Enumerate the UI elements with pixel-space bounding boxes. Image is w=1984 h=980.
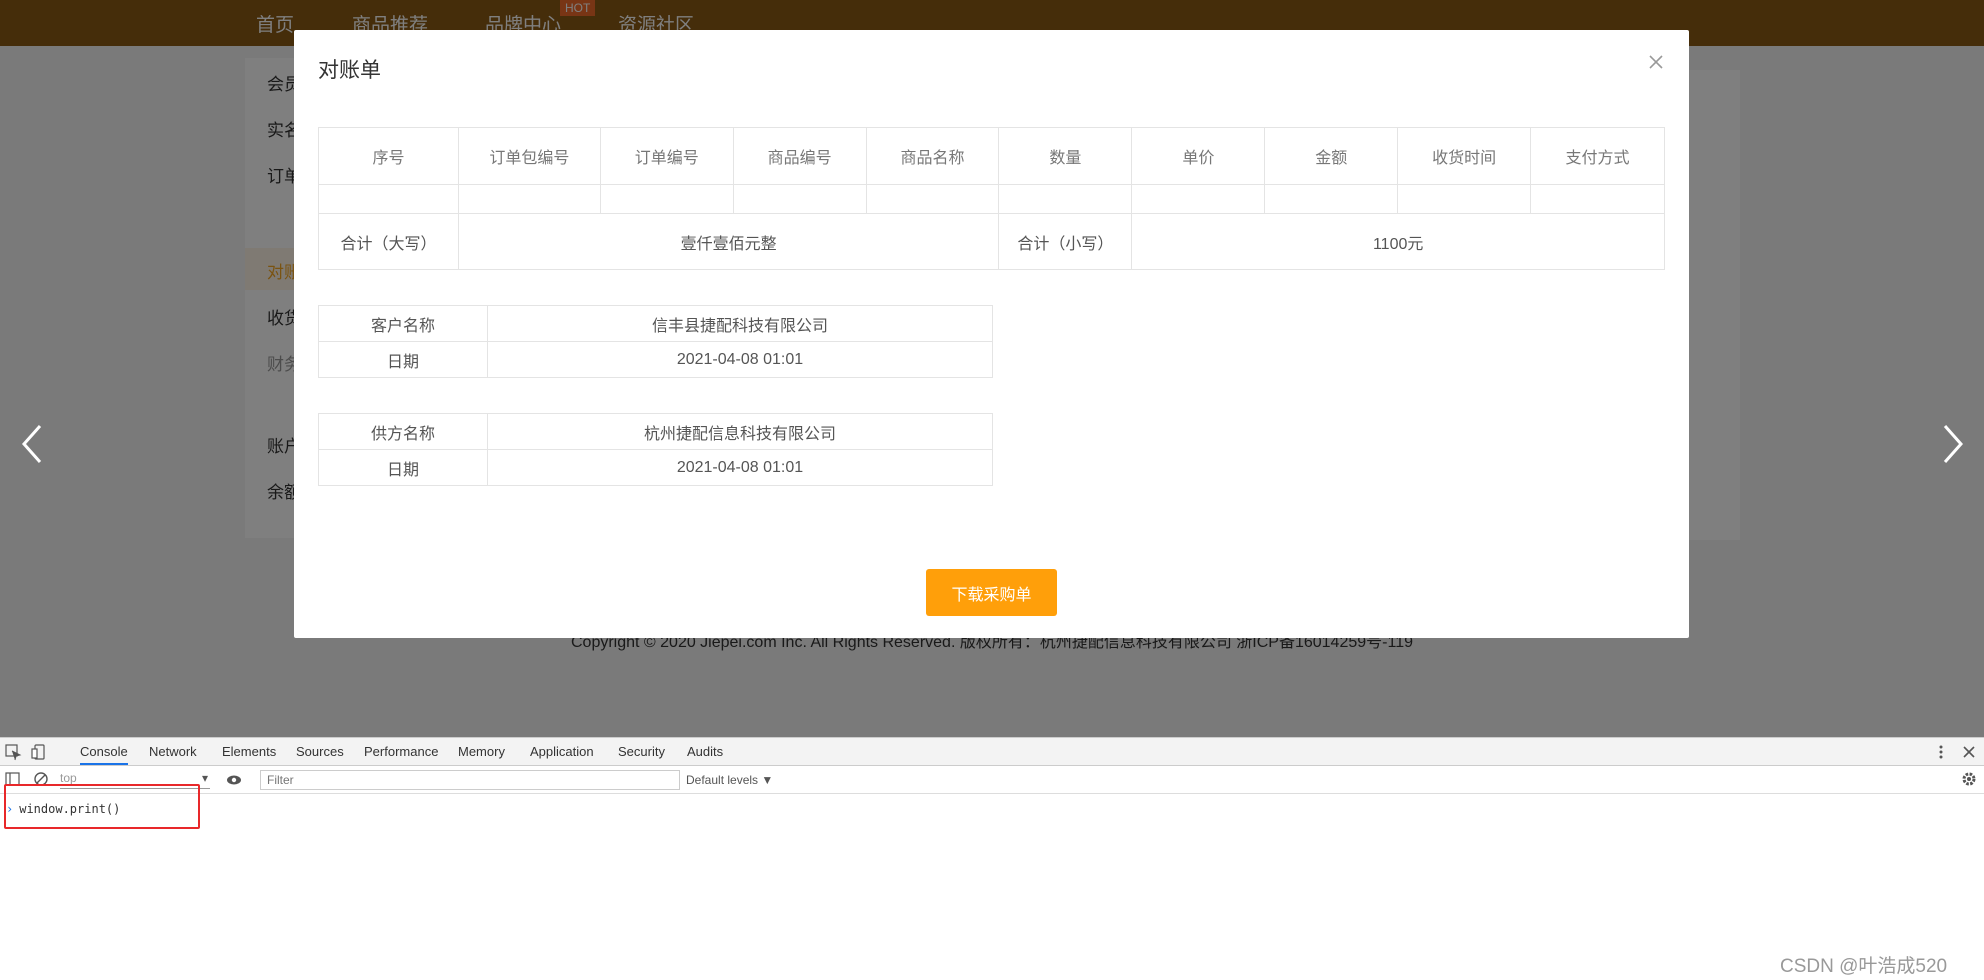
table-row: 客户名称 信丰县捷配科技有限公司 [318, 305, 993, 342]
table-cell [1397, 184, 1532, 214]
supplier-name-label: 供方名称 [318, 413, 488, 450]
table-cell [865, 184, 1000, 214]
table-row [318, 184, 1665, 214]
device-toolbar-icon[interactable] [30, 743, 48, 761]
order-table: 序号 订单包编号 订单编号 商品编号 商品名称 数量 单价 金额 收货时间 支付… [318, 127, 1665, 270]
table-row: 日期 2021-04-08 01:01 [318, 449, 993, 486]
devtools-panel: Console Network Elements Sources Perform… [0, 737, 1984, 980]
tab-sources[interactable]: Sources [296, 744, 344, 759]
chevron-left-icon[interactable] [18, 422, 48, 466]
close-icon[interactable] [1644, 50, 1668, 74]
column-header: 收货时间 [1397, 127, 1532, 185]
supplier-name-value: 杭州捷配信息科技有限公司 [487, 413, 993, 450]
annotation-highlight-box [4, 784, 200, 829]
customer-date-label: 日期 [318, 341, 488, 378]
supplier-date-label: 日期 [318, 449, 488, 486]
table-header-row: 序号 订单包编号 订单编号 商品编号 商品名称 数量 单价 金额 收货时间 支付… [318, 127, 1665, 185]
supplier-table: 供方名称 杭州捷配信息科技有限公司 日期 2021-04-08 01:01 [318, 413, 993, 486]
devtools-tabbar: Console Network Elements Sources Perform… [0, 738, 1984, 766]
tab-performance[interactable]: Performance [364, 744, 438, 759]
more-options-icon[interactable] [1932, 743, 1950, 761]
chevron-right-icon[interactable] [1937, 422, 1967, 466]
tab-application[interactable]: Application [530, 744, 594, 759]
customer-name-value: 信丰县捷配科技有限公司 [487, 305, 993, 342]
eye-icon[interactable] [225, 771, 243, 789]
table-cell [1264, 184, 1399, 214]
background-page: 首页 商品推荐 品牌中心 HOT 资源社区 会员 实名 订单 对账 收货 财务 … [0, 0, 1984, 737]
supplier-date-value: 2021-04-08 01:01 [487, 449, 993, 486]
total-upper-value: 壹仟壹佰元整 [457, 213, 1000, 270]
total-lower-value: 1100元 [1131, 213, 1665, 270]
table-cell [599, 184, 734, 214]
column-header: 支付方式 [1530, 127, 1665, 185]
column-header: 商品编号 [732, 127, 867, 185]
default-levels-dropdown[interactable]: Default levels ▼ [686, 773, 773, 787]
column-header: 订单编号 [599, 127, 734, 185]
column-header: 金额 [1264, 127, 1399, 185]
tab-elements[interactable]: Elements [222, 744, 276, 759]
inspect-element-icon[interactable] [4, 743, 22, 761]
total-lower-label: 合计（小写） [998, 213, 1133, 270]
table-cell [457, 184, 601, 214]
table-cell [318, 184, 459, 214]
tab-network[interactable]: Network [149, 744, 197, 759]
total-row: 合计（大写） 壹仟壹佰元整 合计（小写） 1100元 [318, 213, 1665, 270]
column-header: 商品名称 [865, 127, 1000, 185]
download-purchase-order-button[interactable]: 下载采购单 [926, 569, 1057, 616]
statement-modal: 对账单 序号 订单包编号 订单编号 商品编号 商品名称 数量 单价 金额 收货时… [294, 30, 1689, 638]
tab-memory[interactable]: Memory [458, 744, 505, 759]
column-header: 单价 [1131, 127, 1266, 185]
tab-audits[interactable]: Audits [687, 744, 723, 759]
filter-input[interactable] [260, 770, 680, 790]
table-cell [1131, 184, 1266, 214]
watermark: CSDN @叶浩成520 [1780, 956, 1948, 977]
customer-table: 客户名称 信丰县捷配科技有限公司 日期 2021-04-08 01:01 [318, 305, 993, 378]
context-select-value: top [60, 771, 77, 785]
customer-name-label: 客户名称 [318, 305, 488, 342]
customer-date-value: 2021-04-08 01:01 [487, 341, 993, 378]
table-row: 供方名称 杭州捷配信息科技有限公司 [318, 413, 993, 450]
tab-console[interactable]: Console [80, 744, 128, 765]
column-header: 订单包编号 [457, 127, 601, 185]
close-devtools-icon[interactable] [1960, 743, 1978, 761]
table-cell [998, 184, 1133, 214]
column-header: 序号 [318, 127, 459, 185]
chevron-down-icon: ▾ [201, 771, 208, 785]
column-header: 数量 [998, 127, 1133, 185]
table-cell [732, 184, 867, 214]
console-toolbar: top ▾ Default levels ▼ [0, 766, 1984, 794]
modal-title: 对账单 [318, 59, 381, 82]
tab-security[interactable]: Security [618, 744, 665, 759]
total-upper-label: 合计（大写） [318, 213, 459, 270]
table-cell [1530, 184, 1665, 214]
table-row: 日期 2021-04-08 01:01 [318, 341, 993, 378]
gear-icon[interactable] [1960, 770, 1978, 788]
